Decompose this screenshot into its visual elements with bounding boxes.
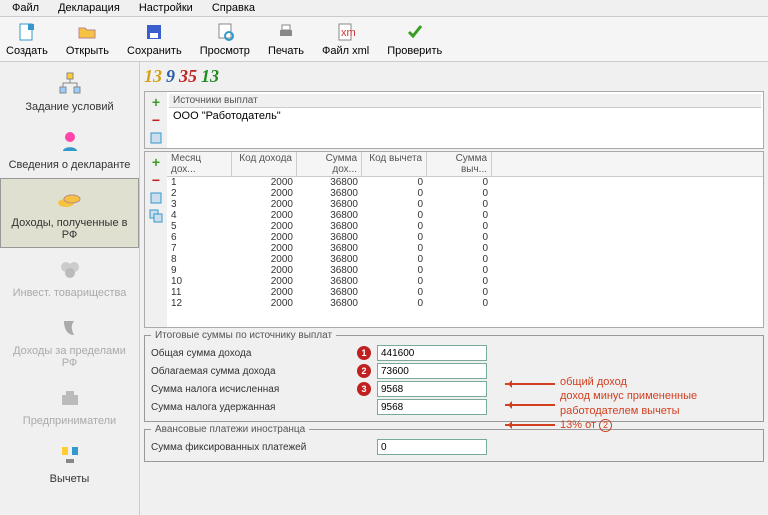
tax-withheld-input[interactable] [377, 399, 487, 415]
toolbar: Создать Открыть Сохранить Просмотр Печат… [0, 17, 768, 62]
sidebar-item-entrepreneurs[interactable]: Предприниматели [0, 376, 139, 434]
svg-text:xml: xml [341, 27, 356, 39]
sidebar-item-declarant[interactable]: Сведения о декларанте [0, 120, 139, 178]
tab-13-yellow[interactable]: 13 [144, 66, 162, 87]
sidebar: Задание условий Сведения о декларанте До… [0, 62, 140, 515]
table-row[interactable]: 520003680000 [167, 221, 763, 232]
menu-settings[interactable]: Настройки [131, 0, 201, 16]
table-row[interactable]: 920003680000 [167, 265, 763, 276]
badge-2: 2 [357, 364, 371, 378]
table-row[interactable]: 1220003680000 [167, 298, 763, 309]
add-source-button[interactable]: + [148, 94, 164, 110]
preview-button[interactable]: Просмотр [200, 21, 250, 57]
total-income-input[interactable] [377, 345, 487, 361]
repeat-income-button[interactable] [148, 208, 164, 224]
tax-rate-tabs: 13 9 35 13 [144, 64, 764, 91]
menu-declaration[interactable]: Декларация [50, 0, 128, 16]
tax-withheld-label: Сумма налога удержанная [151, 402, 351, 413]
table-row[interactable]: 420003680000 [167, 210, 763, 221]
sidebar-item-income-rf[interactable]: Доходы, полученные в РФ [0, 178, 139, 248]
tax-calc-input[interactable] [377, 381, 487, 397]
income-grid-panel: + − Месяц дох... Код дохода Сумма дох...… [144, 151, 764, 328]
check-button[interactable]: Проверить [387, 21, 442, 57]
table-row[interactable]: 1120003680000 [167, 287, 763, 298]
annotation-arrow [505, 404, 555, 406]
taxable-input[interactable] [377, 363, 487, 379]
table-row[interactable]: 120003680000 [167, 177, 763, 188]
sources-header: Источники выплат [169, 94, 761, 108]
table-row[interactable]: 720003680000 [167, 243, 763, 254]
edit-source-button[interactable] [148, 130, 164, 146]
add-income-button[interactable]: + [148, 154, 164, 170]
grid-header: Месяц дох... Код дохода Сумма дох... Код… [167, 152, 763, 177]
badge-1: 1 [357, 346, 371, 360]
tax-calc-label: Сумма налога исчисленная [151, 384, 351, 395]
xml-button[interactable]: xmlФайл xml [322, 21, 369, 57]
sidebar-item-invest[interactable]: Инвест. товарищества [0, 248, 139, 306]
grid-body[interactable]: 1200036800002200036800003200036800004200… [167, 177, 763, 327]
annotation-arrow [505, 383, 555, 385]
remove-income-button[interactable]: − [148, 172, 164, 188]
annotation-ref-2-icon: 2 [599, 419, 612, 432]
total-income-label: Общая сумма дохода [151, 348, 351, 359]
open-button[interactable]: Открыть [66, 21, 109, 57]
menu-help[interactable]: Справка [204, 0, 263, 16]
tab-35[interactable]: 35 [179, 66, 197, 87]
content-area: 13 9 35 13 + − Источники выплат ООО "Раб… [140, 62, 768, 515]
sidebar-item-deductions[interactable]: Вычеты [0, 434, 139, 492]
fixed-payments-input[interactable] [377, 439, 487, 455]
create-button[interactable]: Создать [6, 21, 48, 57]
remove-source-button[interactable]: − [148, 112, 164, 128]
fixed-payments-label: Сумма фиксированных платежей [151, 442, 351, 453]
menu-file[interactable]: Файл [4, 0, 47, 16]
table-row[interactable]: 1020003680000 [167, 276, 763, 287]
annotations: общий доход доход минус примененные рабо… [560, 375, 697, 432]
source-row[interactable]: ООО "Работодатель" [169, 108, 761, 124]
table-row[interactable]: 220003680000 [167, 188, 763, 199]
sidebar-item-conditions[interactable]: Задание условий [0, 62, 139, 120]
taxable-label: Облагаемая сумма дохода [151, 366, 351, 377]
table-row[interactable]: 620003680000 [167, 232, 763, 243]
annotation-arrow [505, 424, 555, 426]
tab-9[interactable]: 9 [166, 66, 175, 87]
edit-income-button[interactable] [148, 190, 164, 206]
tab-13-green[interactable]: 13 [201, 66, 219, 87]
income-sources-panel: + − Источники выплат ООО "Работодатель" [144, 91, 764, 149]
print-button[interactable]: Печать [268, 21, 304, 57]
menubar: Файл Декларация Настройки Справка [0, 0, 768, 17]
table-row[interactable]: 820003680000 [167, 254, 763, 265]
badge-3: 3 [357, 382, 371, 396]
sidebar-item-income-abroad[interactable]: Доходы за пределами РФ [0, 306, 139, 376]
table-row[interactable]: 320003680000 [167, 199, 763, 210]
save-button[interactable]: Сохранить [127, 21, 182, 57]
